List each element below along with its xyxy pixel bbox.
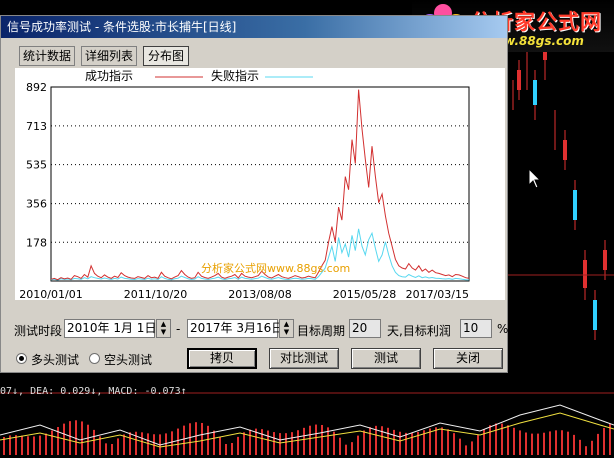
chart-watermark: 分析家公式网www.88gs.com [201, 261, 350, 275]
mouse-cursor-icon [528, 168, 542, 189]
x-tick-label: 2015/05/28 [333, 288, 396, 300]
radio-long-label[interactable]: 多头测试 [31, 351, 79, 368]
percent-sign: % [497, 322, 509, 336]
legend-fail-label: 失败指示 [211, 68, 259, 83]
radio-short-label[interactable]: 空头测试 [104, 351, 152, 368]
tab-detail-list[interactable]: 详细列表 [81, 46, 137, 66]
tab-statistics[interactable]: 统计数据 [19, 46, 75, 66]
y-tick-label: 713 [26, 120, 47, 133]
candlestick-chart [505, 20, 614, 340]
compare-test-button[interactable]: 对比测试 [269, 348, 339, 369]
background-stock-chart [505, 0, 614, 385]
success-rate-dialog: 信号成功率测试 - 条件选股:市长捕牛[日线] 统计数据 详细列表 分布图 成功… [0, 15, 508, 373]
x-tick-label: 2017/03/15 [406, 288, 469, 300]
date-range-dash: - [176, 322, 181, 336]
distribution-chart: 成功指示 失败指示 892 713 535 356 178 2010/01/01 2011… [15, 68, 505, 301]
tab-distribution[interactable]: 分布图 [143, 46, 189, 66]
plot-area [50, 86, 470, 282]
macd-readout: 07↓, DEA: 0.029↓, MACD: -0.073↑ [0, 386, 187, 397]
copy-button[interactable]: 拷贝 [187, 348, 257, 369]
start-date-field[interactable]: 2010年 1月 1日 [64, 319, 156, 338]
x-tick-label: 2011/10/20 [124, 288, 187, 300]
y-tick-label: 892 [26, 81, 47, 94]
x-tick-label: 2013/08/08 [228, 288, 291, 300]
end-date-spinner[interactable]: ▲ ▼ [279, 319, 294, 338]
distribution-chart-svg: 成功指示 失败指示 892 713 535 356 178 2010/01/01 2011… [19, 68, 470, 301]
target-period-field[interactable]: 20 [349, 319, 381, 338]
x-tick-label: 2010/01/01 [19, 288, 82, 300]
y-tick-label: 178 [26, 236, 47, 249]
dialog-title: 信号成功率测试 - 条件选股:市长捕牛[日线] [1, 16, 507, 38]
target-period-label: 目标周期 [297, 324, 346, 338]
radio-short-test[interactable] [89, 353, 100, 364]
end-date-field[interactable]: 2017年 3月16日 [187, 319, 283, 338]
legend-success-label: 成功指示 [85, 68, 133, 83]
radio-long-test[interactable] [16, 353, 27, 364]
y-tick-label: 535 [26, 159, 47, 172]
test-button[interactable]: 测试 [351, 348, 421, 369]
close-button[interactable]: 关闭 [433, 348, 503, 369]
y-tick-label: 356 [26, 198, 47, 211]
target-profit-label: 天,目标利润 [387, 324, 451, 338]
target-profit-field[interactable]: 10 [460, 319, 492, 338]
period-label: 测试时段 [14, 324, 63, 338]
start-date-spinner[interactable]: ▲ ▼ [156, 319, 171, 338]
